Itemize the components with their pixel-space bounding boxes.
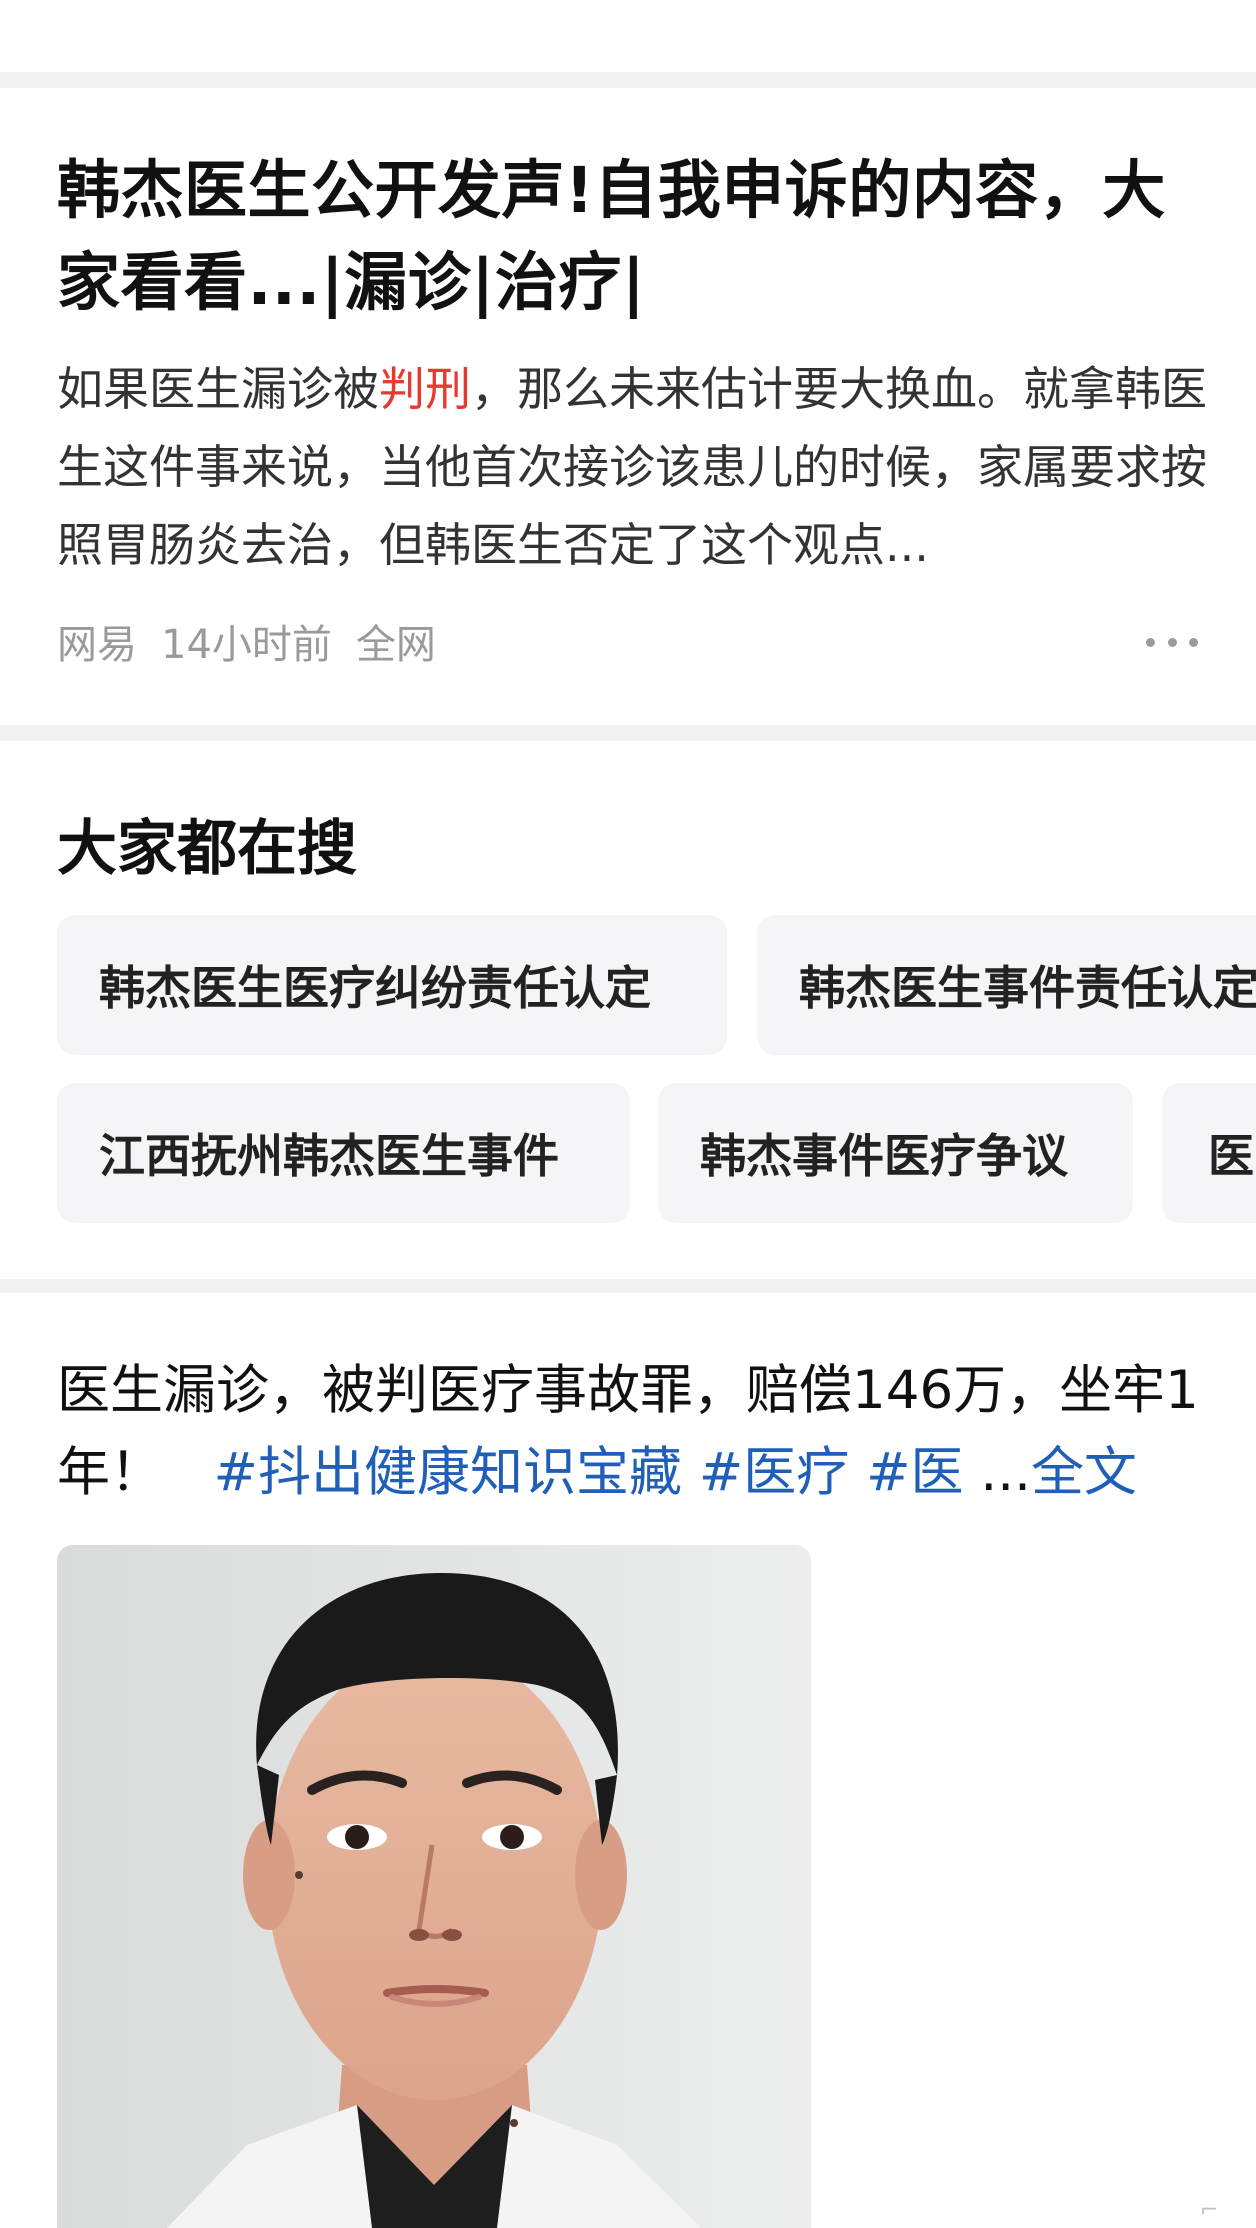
- more-dot: [1189, 637, 1198, 647]
- post-text[interactable]: 医生漏诊，被判医疗事故罪，赔偿146万，坐牢1年！ #抖出健康知识宝藏 #医疗 …: [57, 1350, 1207, 1514]
- summary-text-start: 如果医生漏诊被: [57, 362, 379, 416]
- search-chip[interactable]: 韩杰医生事件责任认定: [757, 915, 1256, 1055]
- article-source: 网易: [57, 622, 137, 668]
- related-search-title: 大家都在搜: [57, 814, 357, 884]
- article-meta: 网易 14小时前 全网: [57, 612, 436, 670]
- article-scope: 全网: [355, 622, 436, 668]
- hashtag[interactable]: #医: [866, 1442, 963, 1503]
- hashtag[interactable]: #医疗: [699, 1442, 849, 1503]
- search-chip-label: 韩杰医生事件责任认定: [799, 961, 1256, 1015]
- section-divider: [0, 725, 1256, 741]
- corner-icon: ⌐: [1200, 2198, 1219, 2223]
- search-chip[interactable]: 江西抚州韩杰医生事件: [57, 1083, 630, 1223]
- hashtag[interactable]: #抖出健康知识宝藏: [214, 1442, 682, 1503]
- search-chip-label: 韩杰事件医疗争议: [700, 1129, 1068, 1183]
- full-text-link[interactable]: 全文: [1031, 1442, 1137, 1503]
- article-time: 14小时前: [161, 622, 332, 668]
- search-chip[interactable]: 韩杰事件医疗争议: [658, 1083, 1133, 1223]
- article-summary[interactable]: 如果医生漏诊被判刑，那么未来估计要大换血。就拿韩医生这件事来说，当他首次接诊该患…: [57, 350, 1207, 584]
- article-title[interactable]: 韩杰医生公开发声!自我申诉的内容，大家看看...|漏诊|治疗|: [57, 145, 1197, 329]
- ellipsis: ...: [980, 1442, 1031, 1503]
- summary-highlight: 判刑: [379, 362, 471, 416]
- search-chip[interactable]: 韩杰医生医疗纠纷责任认定: [57, 915, 727, 1055]
- search-chip-label: 江西抚州韩杰医生事件: [99, 1129, 559, 1183]
- search-chip-label: 医: [1208, 1129, 1254, 1183]
- top-divider: [0, 72, 1256, 88]
- post-video-thumbnail[interactable]: [57, 1545, 811, 2228]
- section-divider: [0, 1279, 1256, 1293]
- doctor-portrait-image: [57, 1545, 811, 2228]
- more-options-icon[interactable]: [1146, 622, 1198, 662]
- more-dot: [1146, 637, 1155, 647]
- search-chip-label: 韩杰医生医疗纠纷责任认定: [99, 961, 651, 1015]
- more-dot: [1167, 637, 1177, 647]
- search-chip[interactable]: 医: [1162, 1083, 1256, 1223]
